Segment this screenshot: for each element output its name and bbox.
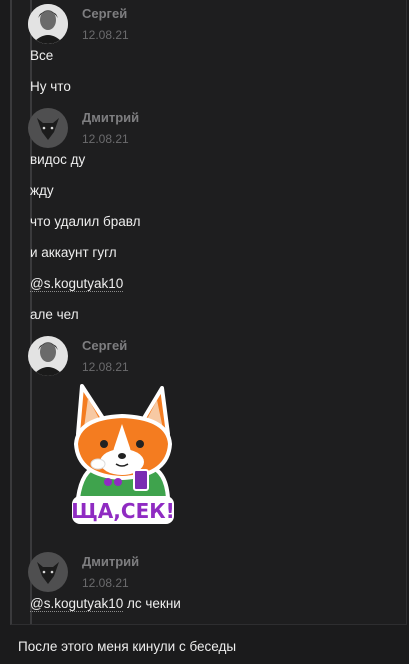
message-text: Ну что [30, 79, 71, 94]
user-mention[interactable]: @s.kogutyak10 [30, 276, 124, 292]
chat-thread: Сергей 12.08.21 Все Ну что Дмитрий 12.08… [10, 0, 407, 625]
corgi-sticker[interactable]: ЩА,СЕК! [68, 378, 178, 528]
message-text: и аккаунт гугл [30, 245, 117, 260]
message-text: @s.kogutyak10 лс чекни [30, 596, 181, 612]
message-text: видос ду [30, 152, 86, 167]
author-name[interactable]: Сергей [82, 338, 127, 353]
message-text: Все [30, 48, 54, 63]
message-date[interactable]: 12.08.21 [82, 132, 129, 146]
author-name[interactable]: Сергей [82, 6, 127, 21]
author-name[interactable]: Дмитрий [82, 110, 139, 125]
message-date[interactable]: 12.08.21 [82, 28, 129, 42]
message-text: @s.kogutyak10 [30, 276, 124, 292]
user-mention[interactable]: @s.kogutyak10 [30, 596, 124, 612]
footer-note: После этого меня кинули с беседы [18, 639, 237, 654]
message-text: жду [30, 183, 54, 198]
message-date[interactable]: 12.08.21 [82, 360, 129, 374]
dog-silhouette-avatar[interactable] [28, 108, 68, 148]
user-photo-avatar[interactable] [28, 336, 68, 376]
user-photo-avatar[interactable] [28, 4, 68, 44]
message-text: что удалил бравл [30, 214, 141, 229]
dog-silhouette-avatar[interactable] [28, 552, 68, 592]
author-name[interactable]: Дмитрий [82, 554, 139, 569]
message-text: але чел [30, 307, 79, 322]
sticker-caption: ЩА,СЕК! [71, 499, 174, 523]
message-text-rest: лс чекни [123, 596, 181, 611]
message-date[interactable]: 12.08.21 [82, 576, 129, 590]
